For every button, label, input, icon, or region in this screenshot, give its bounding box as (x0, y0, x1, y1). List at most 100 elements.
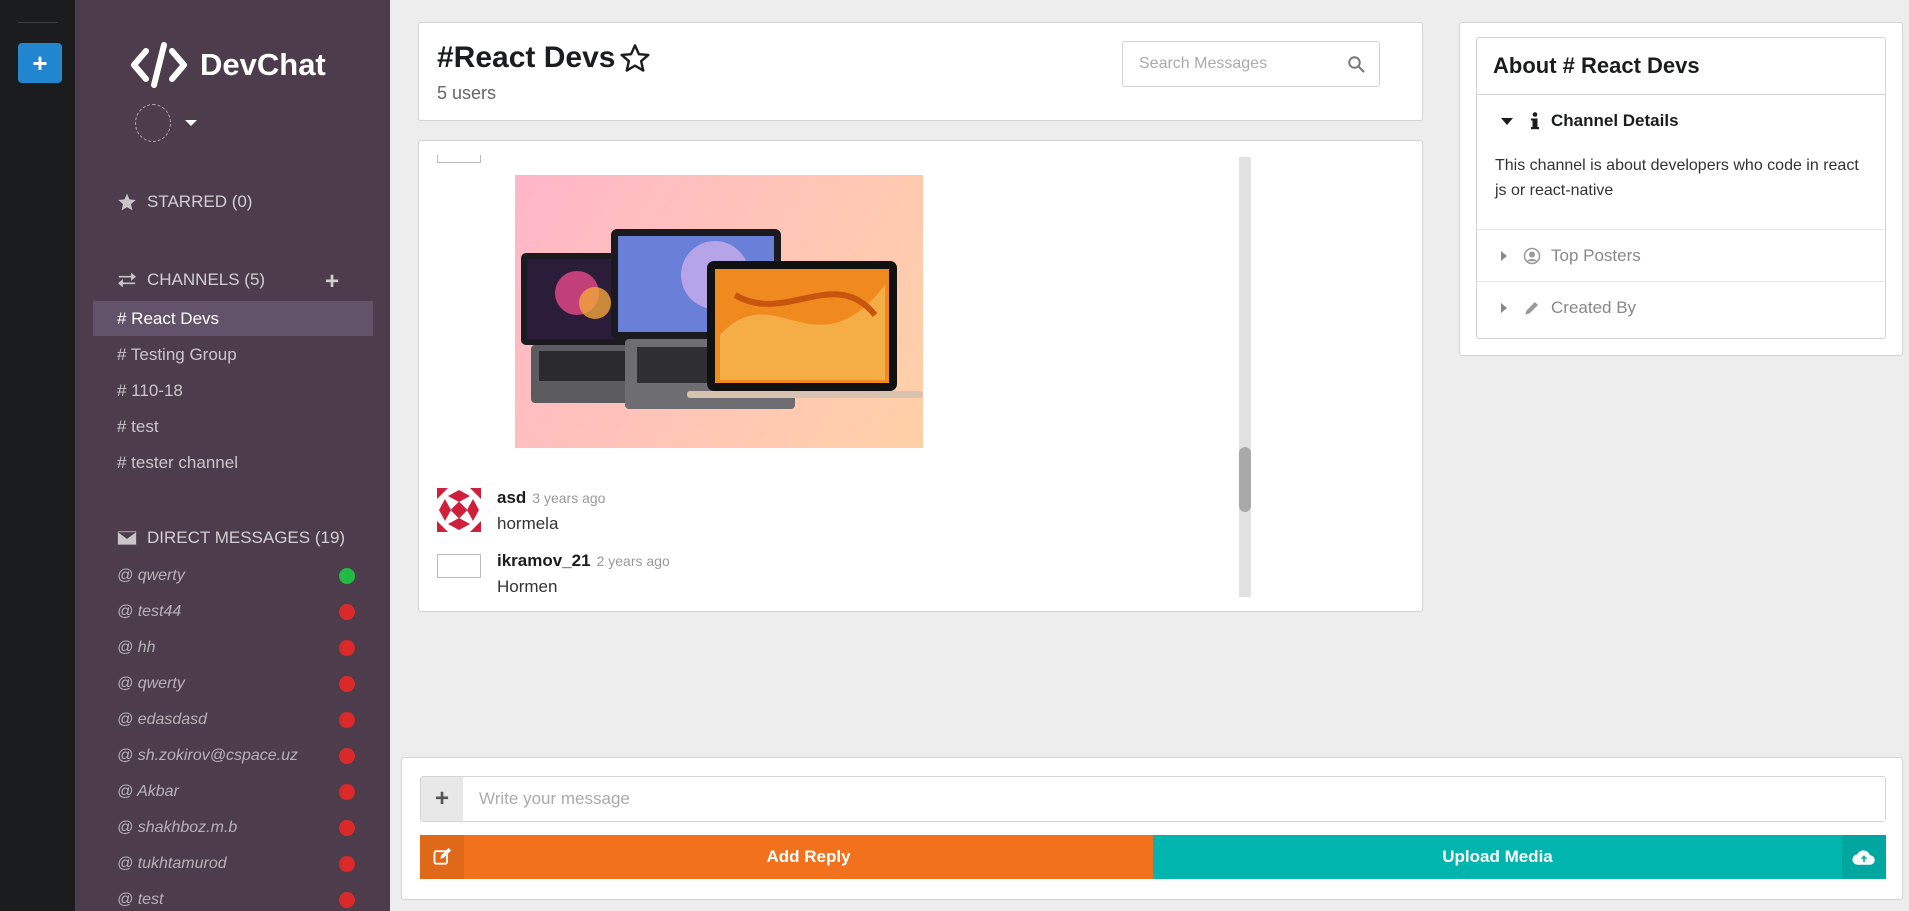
message-author[interactable]: ikramov_21 (497, 551, 591, 570)
direct-message-name: @ tukhtamurod (117, 855, 227, 872)
direct-message-name: @ qwerty (117, 567, 185, 584)
add-color-button[interactable]: + (18, 43, 62, 83)
add-reply-button[interactable]: Add Reply (420, 835, 1153, 879)
message-item: asd 3 years ago hormela (437, 488, 605, 534)
status-dot-icon (339, 640, 355, 656)
created-by-label: Created By (1551, 297, 1637, 317)
status-dot-icon (339, 748, 355, 764)
channel-details-label: Channel Details (1551, 111, 1679, 130)
channel-info-accordion: About # React Devs Channel Details This … (1476, 37, 1886, 339)
add-reply-label: Add Reply (766, 847, 851, 866)
status-dot-icon (339, 712, 355, 728)
direct-message-item[interactable]: @ test (117, 882, 355, 911)
avatar (437, 488, 481, 532)
rail-divider (18, 22, 58, 23)
upload-media-label: Upload Media (1442, 847, 1553, 866)
message-input[interactable] (463, 777, 1885, 821)
channels-label: CHANNELS (5) (147, 270, 266, 289)
message-image[interactable] (515, 175, 923, 448)
message-input-group: + (420, 776, 1886, 822)
direct-message-name: @ test44 (117, 603, 182, 620)
direct-message-name: @ Akbar (117, 783, 179, 800)
channel-header: #React Devs 5 users (418, 22, 1423, 121)
channel-item[interactable]: # Testing Group (93, 337, 373, 372)
user-circle-icon (1523, 247, 1541, 264)
channel-item[interactable]: # tester channel (93, 445, 373, 480)
direct-message-item[interactable]: @ tukhtamurod (117, 846, 355, 882)
caret-down-icon (185, 120, 197, 126)
message-text: Hormen (497, 577, 558, 596)
channel-description: This channel is about developers who cod… (1495, 157, 1859, 199)
app-name: DevChat (200, 47, 326, 82)
triangle-right-icon (1501, 302, 1507, 313)
direct-message-name: @ sh.zokirov@cspace.uz (117, 747, 298, 764)
sidebar: DevChat STARRED (0) CHANNELS (5) + # Rea… (75, 0, 390, 911)
starred-header: STARRED (0) (117, 192, 252, 212)
direct-message-item[interactable]: @ test44 (117, 594, 355, 630)
avatar (437, 554, 481, 578)
info-icon (1531, 112, 1539, 130)
status-dot-icon (339, 820, 355, 836)
message-item: ikramov_21 2 years ago Hormen (437, 551, 670, 597)
direct-messages-label: DIRECT MESSAGES (19) (147, 528, 346, 547)
star-icon (118, 193, 136, 211)
add-channel-button[interactable]: + (325, 270, 339, 294)
direct-message-item[interactable]: @ edasdasd (117, 702, 355, 738)
add-attachment-button[interactable]: + (421, 777, 463, 821)
direct-message-item[interactable]: @ Akbar (117, 774, 355, 810)
top-posters-label: Top Posters (1551, 245, 1641, 265)
direct-message-name: @ test (117, 891, 164, 908)
triangle-right-icon (1501, 250, 1507, 261)
exchange-icon (118, 272, 136, 288)
status-dot-icon (339, 604, 355, 620)
message-timestamp: 3 years ago (532, 490, 606, 506)
status-dot-icon (339, 784, 355, 800)
message-author[interactable]: asd (497, 488, 526, 507)
direct-message-item[interactable]: @ shakhboz.m.b (117, 810, 355, 846)
status-dot-icon (339, 892, 355, 908)
direct-message-item[interactable]: @ hh (117, 630, 355, 666)
channel-item[interactable]: # 110-18 (93, 373, 373, 408)
status-dot-icon (339, 676, 355, 692)
avatar (135, 104, 171, 142)
channel-details-toggle[interactable]: Channel Details (1477, 95, 1885, 147)
direct-message-item[interactable]: @ qwerty (117, 558, 355, 594)
mail-icon (117, 531, 137, 545)
user-count: 5 users (437, 83, 497, 103)
created-by-toggle[interactable]: Created By (1477, 281, 1885, 333)
direct-message-name: @ hh (117, 639, 156, 656)
pencil-icon (1525, 301, 1538, 315)
messages-scrollbar[interactable] (1239, 157, 1251, 597)
direct-message-item[interactable]: @ qwerty (117, 666, 355, 702)
channel-item[interactable]: # test (93, 409, 373, 444)
channel-name: #React Devs (437, 41, 616, 74)
upload-media-button[interactable]: Upload Media (1153, 835, 1886, 879)
search-icon[interactable] (1347, 55, 1365, 73)
direct-message-item[interactable]: @ sh.zokirov@cspace.uz (117, 738, 355, 774)
star-outline-icon[interactable] (619, 42, 651, 74)
direct-message-name: @ edasdasd (117, 711, 208, 728)
search-input[interactable] (1139, 55, 1347, 73)
composer-actions: Add Reply Upload Media (420, 835, 1886, 879)
channels-header: CHANNELS (5) (117, 270, 265, 290)
color-rail: + (0, 0, 75, 911)
edit-icon (420, 835, 464, 879)
broken-image (437, 155, 481, 163)
channel-item[interactable]: # React Devs (93, 301, 373, 336)
direct-message-name: @ qwerty (117, 675, 185, 692)
starred-label: STARRED (0) (147, 192, 253, 211)
user-menu[interactable] (135, 104, 197, 142)
brand: DevChat (130, 40, 326, 90)
cloud-upload-icon (1842, 835, 1886, 879)
direct-messages-header: DIRECT MESSAGES (19) (117, 528, 345, 548)
channel-info-panel: About # React Devs Channel Details This … (1459, 22, 1903, 356)
messages-panel: asd 3 years ago hormela ikramov_21 2 years… (418, 140, 1423, 612)
scrollbar-thumb[interactable] (1239, 447, 1251, 512)
status-dot-icon (339, 568, 355, 584)
direct-message-name: @ shakhboz.m.b (117, 819, 238, 836)
channel-title: #React Devs (437, 41, 651, 75)
message-composer: + Add Reply Upload Media (401, 757, 1903, 900)
top-posters-toggle[interactable]: Top Posters (1477, 229, 1885, 281)
message-timestamp: 2 years ago (596, 553, 670, 569)
triangle-down-icon (1501, 117, 1513, 125)
